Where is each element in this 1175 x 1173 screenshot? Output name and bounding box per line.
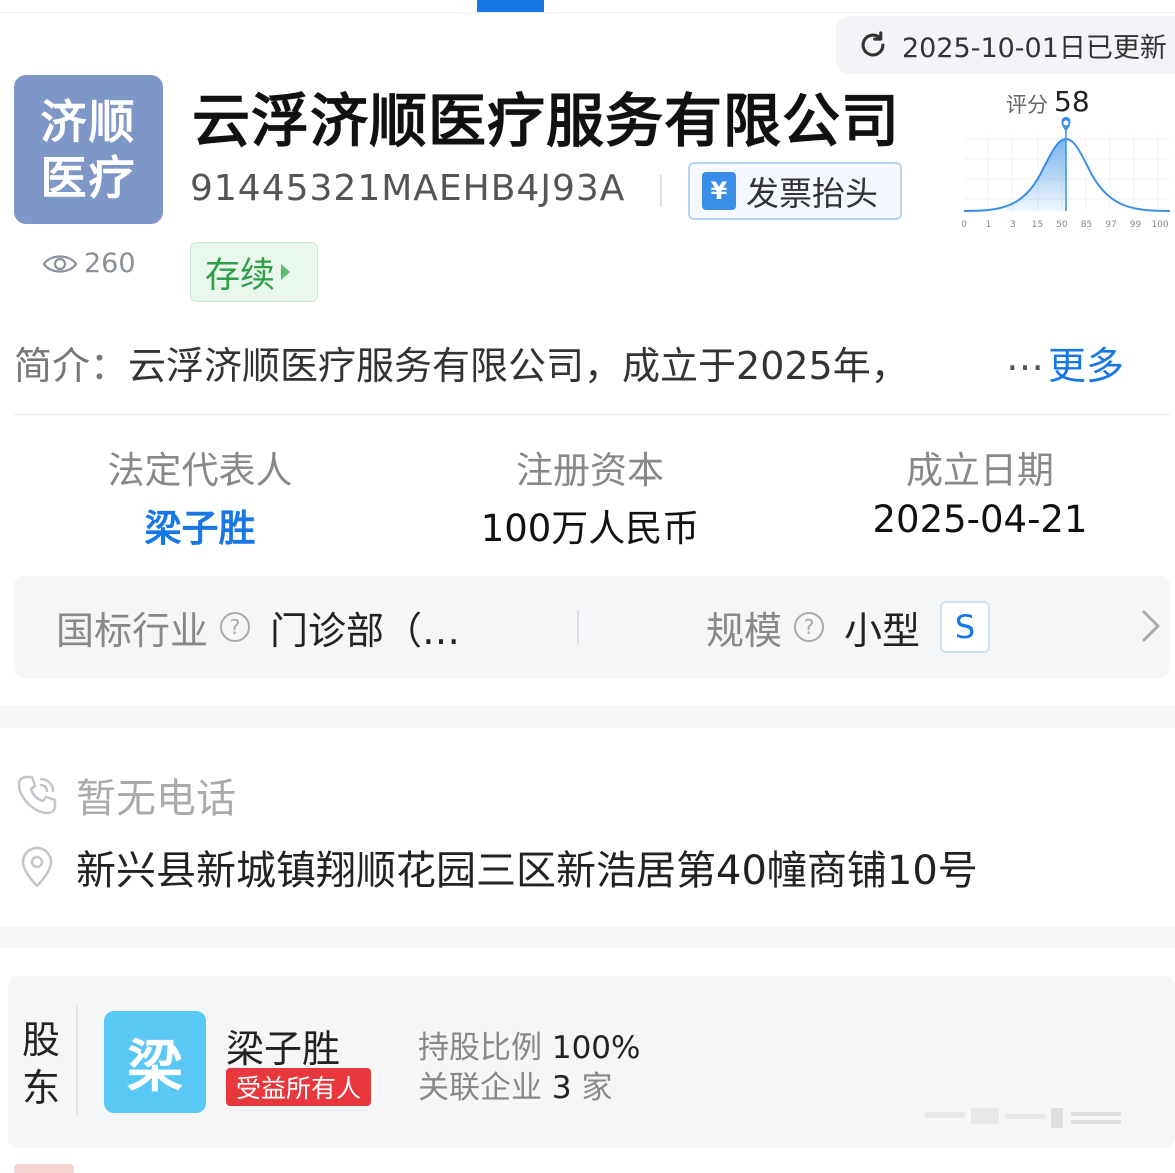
- logo-line-2: 医疗: [40, 150, 137, 205]
- code-divider: [660, 175, 662, 207]
- shareholder-section-label: 股东: [22, 1018, 61, 1110]
- update-text: 2025-10-01日已更新: [902, 32, 1167, 64]
- score-tick-label: 15: [1032, 220, 1043, 230]
- score-tick-label: 97: [1105, 220, 1116, 230]
- intro-label: 简介：: [14, 344, 129, 388]
- beneficial-owner-badge: 受益所有人: [226, 1068, 372, 1106]
- shareholder-card[interactable]: 股东 梁 梁子胜 受益所有人 持股比例 100% 关联企业 3 家: [8, 976, 1175, 1148]
- industry-bar[interactable]: 国标行业 ? 门诊部（… 规模 ? 小型 S: [14, 576, 1170, 678]
- score-curve-chart: 0 1 3 15 50 85 97 99 100: [962, 117, 1171, 230]
- view-count-value: 260: [84, 248, 136, 279]
- status-tag[interactable]: 存续: [190, 242, 318, 302]
- share-ratio-value: 100%: [551, 1030, 641, 1066]
- related-companies[interactable]: 关联企业 3 家: [418, 1062, 612, 1107]
- phone-row[interactable]: 暂无电话: [14, 766, 236, 824]
- section-gap: [0, 706, 1175, 728]
- shareholder-separator: [76, 1006, 78, 1116]
- industry-separator: [577, 610, 579, 644]
- registered-capital: 注册资本 100万人民币: [395, 440, 785, 552]
- info-key: 法定代表人: [107, 449, 293, 492]
- info-value: 100万人民币: [480, 507, 700, 550]
- address-text: 新兴县新城镇翔顺花园三区新浩居第40幢商铺10号: [76, 848, 978, 894]
- score-tick-label: 100: [1151, 220, 1168, 230]
- refresh-icon: [861, 31, 885, 57]
- score-tick-label: 99: [1130, 220, 1142, 230]
- status-text: 存续: [205, 255, 276, 296]
- play-arrow-icon: [281, 264, 291, 280]
- share-ratio-label: 持股比例: [418, 1030, 542, 1066]
- industry-label: 国标行业: [56, 608, 209, 653]
- next-section-peek: [14, 1164, 74, 1173]
- share-ratio: 持股比例 100%: [418, 1022, 641, 1067]
- address-row[interactable]: 新兴县新城镇翔顺花园三区新浩居第40幢商铺10号: [14, 838, 978, 896]
- related-label: 关联企业: [418, 1070, 542, 1106]
- industry-value: 门诊部（…: [270, 608, 461, 653]
- intro-text: 云浮济顺医疗服务有限公司，成立于2025年，: [128, 344, 909, 388]
- info-value: 2025-04-21: [872, 498, 1088, 541]
- score-tick-label: 85: [1081, 220, 1092, 230]
- score-tick-label: 3: [1010, 220, 1016, 230]
- invoice-header-button[interactable]: ¥ 发票抬头: [688, 162, 902, 220]
- top-divider: [0, 12, 1175, 13]
- view-count: 260: [42, 248, 136, 279]
- legal-representative[interactable]: 法定代表人 梁子胜: [5, 440, 395, 552]
- score-tick-label: 50: [1056, 220, 1068, 230]
- watermark-icon: [925, 1108, 1121, 1128]
- score-widget[interactable]: 评分 58 0 1 3 15 50 85 97 99 100: [962, 85, 1172, 235]
- shareholder-name[interactable]: 梁子胜: [226, 1018, 340, 1073]
- score-tick-label: 1: [986, 220, 992, 230]
- eye-icon: [42, 254, 78, 273]
- intro-ellipsis: …: [1006, 335, 1045, 379]
- score-tick-label: 0: [962, 220, 967, 230]
- info-key: 注册资本: [516, 449, 664, 492]
- chevron-right-icon[interactable]: [1130, 606, 1170, 646]
- phone-text: 暂无电话: [76, 776, 236, 822]
- scale-label: 规模: [706, 608, 783, 653]
- invoice-label: 发票抬头: [746, 174, 878, 213]
- help-icon[interactable]: ?: [794, 612, 825, 642]
- company-intro[interactable]: 简介： 云浮济顺医疗服务有限公司，成立于2025年， … 更多: [14, 335, 1164, 390]
- invoice-icon: ¥: [702, 172, 736, 210]
- phone-icon: [17, 775, 57, 815]
- establish-date: 成立日期 2025-04-21: [785, 440, 1175, 541]
- scale-badge: S: [940, 601, 991, 653]
- help-icon[interactable]: ?: [220, 612, 251, 642]
- legal-representative-link[interactable]: 梁子胜: [5, 498, 395, 552]
- related-value: 3: [551, 1070, 572, 1106]
- industry-item[interactable]: 国标行业 ? 门诊部（…: [56, 576, 460, 678]
- section-divider: [14, 414, 1170, 415]
- related-unit: 家: [581, 1070, 613, 1106]
- section-gap: [0, 926, 1175, 948]
- scale-item[interactable]: 规模 ? 小型 S: [706, 576, 991, 678]
- location-pin-icon: [21, 846, 53, 888]
- update-badge[interactable]: 2025-10-01日已更新: [836, 16, 1175, 74]
- avatar[interactable]: 梁: [104, 1011, 206, 1113]
- logo-line-1: 济顺: [40, 94, 137, 149]
- intro-more-link[interactable]: 更多: [1048, 335, 1124, 390]
- score-value: 58: [1054, 85, 1090, 118]
- company-name: 云浮济顺医疗服务有限公司: [192, 87, 901, 155]
- credit-code[interactable]: 91445321MAEHB4J93A: [190, 168, 625, 209]
- tab-indicator: [477, 0, 544, 12]
- company-logo: 济顺 医疗: [14, 75, 163, 224]
- scale-value: 小型: [844, 608, 921, 653]
- info-key: 成立日期: [906, 449, 1054, 492]
